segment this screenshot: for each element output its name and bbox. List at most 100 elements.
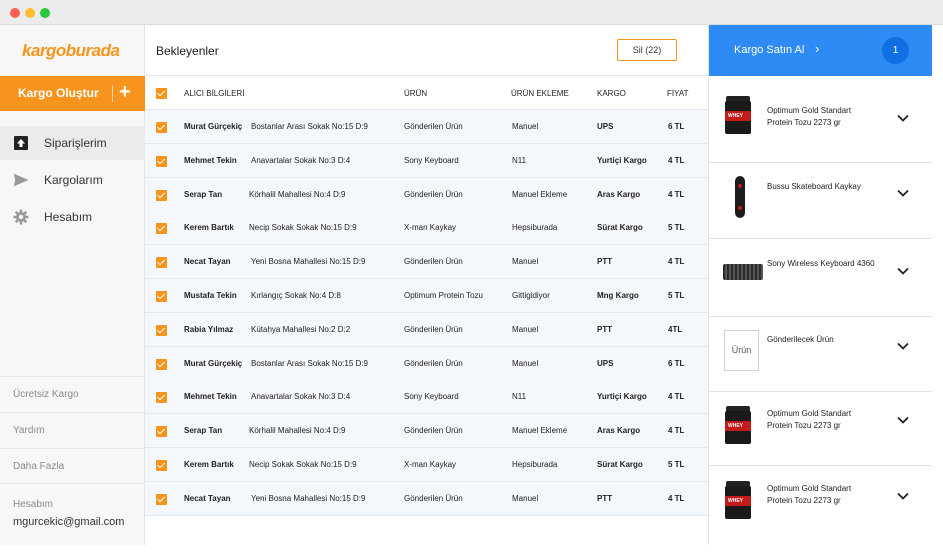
cart-item-name: Optimum Gold Standart Protein Tozu 2273 … (767, 106, 852, 127)
cart-item-name: Gönderilecek Ürün (767, 335, 834, 344)
recipient-address: Necip Sokak Sokak No:15 D:9 (249, 223, 357, 233)
chevron-down-icon[interactable] (897, 414, 909, 426)
product-cell: Gönderilen Ürün (404, 257, 463, 267)
source-cell: Manuel (512, 122, 539, 131)
cart-item-name: Optimum Gold Standart Protein Tozu 2273 … (767, 409, 852, 430)
recipient-address: Kırlangıç Sokak No:4 D:8 (251, 291, 341, 300)
sidebar-item-account[interactable]: Hesabım (0, 200, 145, 234)
help-link[interactable]: Yardım (0, 412, 145, 448)
table-row[interactable]: Serap Tan Körhalil Mahallesi No:4 D:9 Gönd… (145, 177, 708, 212)
table-row[interactable]: Rabia Yılmaz Kütahya Mahallesi No:2 D:2 Gö… (145, 312, 708, 347)
row-checkbox[interactable] (156, 189, 167, 201)
close-window-button[interactable] (10, 8, 20, 18)
price-cell: 6 TL (668, 122, 685, 131)
price-cell: 4 TL (668, 392, 685, 402)
table-row[interactable]: Mustafa Tekin Kırlangıç Sokak No:4 D:8 Opt… (145, 279, 708, 313)
delete-button[interactable]: Sil (22) (617, 39, 677, 61)
main-header: Bekleyenler Sil (22) (145, 25, 708, 76)
product-cell: Sony Keyboard (404, 392, 459, 402)
cart-item[interactable]: WHEY Optimum Gold Standart Protein Tozu … (709, 467, 932, 544)
chevron-down-icon[interactable] (897, 265, 909, 277)
plus-icon[interactable]: + (119, 80, 131, 104)
account-info[interactable]: Hesabım mgurcekic@gmail.com (0, 483, 145, 545)
row-checkbox[interactable] (156, 257, 167, 269)
table-row[interactable]: Necat Tayan Yeni Bosna Mahallesi No:15 D:… (145, 481, 708, 516)
price-cell: 5 TL (668, 291, 685, 300)
buy-shipping-button[interactable]: Kargo Satın Al › 1 (709, 25, 932, 76)
table-row[interactable]: Serap Tan Körhalil Mahallesi No:4 D:9 Gönd… (145, 414, 708, 449)
free-shipping-link[interactable]: Ücretsiz Kargo (0, 376, 145, 412)
recipient-address: Kütahya Mahallesi No:2 D:2 (251, 324, 351, 334)
price-cell: 5 TL (668, 460, 685, 469)
carrier-cell: Aras Kargo (597, 426, 641, 436)
cart-item[interactable]: WHEY Optimum Gold Standart Protein Tozu … (709, 76, 932, 163)
chevron-down-icon[interactable] (897, 112, 909, 124)
source-cell: Manuel Ekleme (512, 189, 568, 199)
column-header-price[interactable]: FİYAT (667, 89, 688, 98)
table-row[interactable]: Murat Gürçekiç Bostanlar Arası Sokak No:1… (145, 110, 708, 144)
chevron-down-icon[interactable] (897, 187, 909, 199)
minimize-window-button[interactable] (25, 8, 35, 18)
recipient-address: Necip Sokak Sokak No:15 D:9 (249, 460, 357, 469)
cart-item[interactable]: Sony Wireless Keyboard 4360 (709, 240, 932, 317)
row-checkbox[interactable] (156, 324, 167, 336)
table-row[interactable]: Necat Tayan Yeni Bosna Mahallesi No:15 D:… (145, 245, 708, 280)
recipient-name: Mustafa Tekin (184, 291, 237, 300)
price-cell: 4TL (668, 324, 683, 334)
logo: kargoburada (22, 41, 120, 60)
cart-count-badge: 1 (882, 37, 909, 64)
cart-item[interactable]: WHEY Optimum Gold Standart Protein Tozu … (709, 393, 932, 466)
maximize-window-button[interactable] (40, 8, 50, 18)
row-checkbox[interactable] (156, 392, 167, 404)
sidebar-item-shipments[interactable]: Kargolarım (0, 163, 145, 197)
cart-item[interactable]: Bussu Skateboard Kaykay (709, 164, 932, 239)
table-row[interactable]: Murat Gürçekiç Bostanlar Arası Sokak No:1… (145, 346, 708, 381)
row-checkbox[interactable] (156, 460, 167, 471)
buy-shipping-label: Kargo Satın Al (734, 44, 805, 56)
recipient-address: Anavartalar Sokak No:3 D:4 (251, 392, 351, 402)
product-cell: Gönderilen Ürün (404, 426, 463, 436)
source-cell: Hepsiburada (512, 223, 558, 233)
sidebar: kargoburada Kargo Oluştur + Siparişlerim… (0, 25, 145, 545)
main-content: Bekleyenler Sil (22) ALICI BİLGİLERİ ÜRÜ… (145, 25, 708, 545)
row-checkbox[interactable] (156, 493, 167, 505)
sidebar-item-label: Kargolarım (44, 173, 103, 187)
price-cell: 4 TL (668, 155, 685, 165)
cart-item[interactable]: Ürün Gönderilecek Ürün (709, 318, 932, 392)
row-checkbox[interactable] (156, 223, 167, 235)
table-row[interactable]: Mehmet Tekin Anavartalar Sokak No:3 D:4 So… (145, 380, 708, 415)
sidebar-item-orders[interactable]: Siparişlerim (0, 126, 145, 160)
chevron-down-icon[interactable] (897, 340, 909, 352)
paper-plane-icon (13, 173, 29, 187)
column-header-source[interactable]: ÜRÜN EKLEME (511, 89, 569, 98)
row-checkbox[interactable] (156, 426, 167, 438)
more-link[interactable]: Daha Fazla (0, 448, 145, 484)
select-all-checkbox[interactable] (156, 88, 167, 99)
table-row[interactable]: Kerem Bartık Necip Sokak Sokak No:15 D:9 X… (145, 211, 708, 246)
source-cell: Manuel (512, 324, 539, 334)
recipient-address: Anavartalar Sokak No:3 D:4 (251, 155, 351, 165)
page-title: Bekleyenler (156, 44, 219, 58)
column-header-recipient[interactable]: ALICI BİLGİLERİ (184, 89, 244, 98)
sidebar-item-label: Hesabım (44, 210, 93, 224)
chevron-down-icon[interactable] (897, 490, 909, 502)
row-checkbox[interactable] (156, 122, 167, 133)
create-shipment-button[interactable]: Kargo Oluştur + (0, 76, 145, 111)
source-cell: Manuel Ekleme (512, 426, 568, 436)
product-cell: Optimum Protein Tozu (404, 291, 483, 300)
source-cell: Manuel (512, 358, 539, 368)
recipient-name: Necat Tayan (184, 493, 231, 503)
row-checkbox[interactable] (156, 291, 167, 302)
column-header-carrier[interactable]: KARGO (597, 89, 626, 98)
cart-panel: Kargo Satın Al › 1 WHEY Optimum Gold Sta… (708, 25, 932, 545)
recipient-name: Serap Tan (184, 189, 223, 199)
row-checkbox[interactable] (156, 358, 167, 370)
recipient-name: Kerem Bartık (184, 460, 234, 469)
table-row[interactable]: Mehmet Tekin Anavartalar Sokak No:3 D:4 So… (145, 143, 708, 178)
protein-tub-icon: WHEY (725, 481, 751, 519)
column-header-product[interactable]: ÜRÜN (404, 89, 427, 98)
app-window: kargoburada Kargo Oluştur + Siparişlerim… (0, 0, 943, 553)
table-row[interactable]: Kerem Bartık Necip Sokak Sokak No:15 D:9 X… (145, 448, 708, 482)
product-cell: Gönderilen Ürün (404, 358, 463, 368)
row-checkbox[interactable] (156, 155, 167, 167)
